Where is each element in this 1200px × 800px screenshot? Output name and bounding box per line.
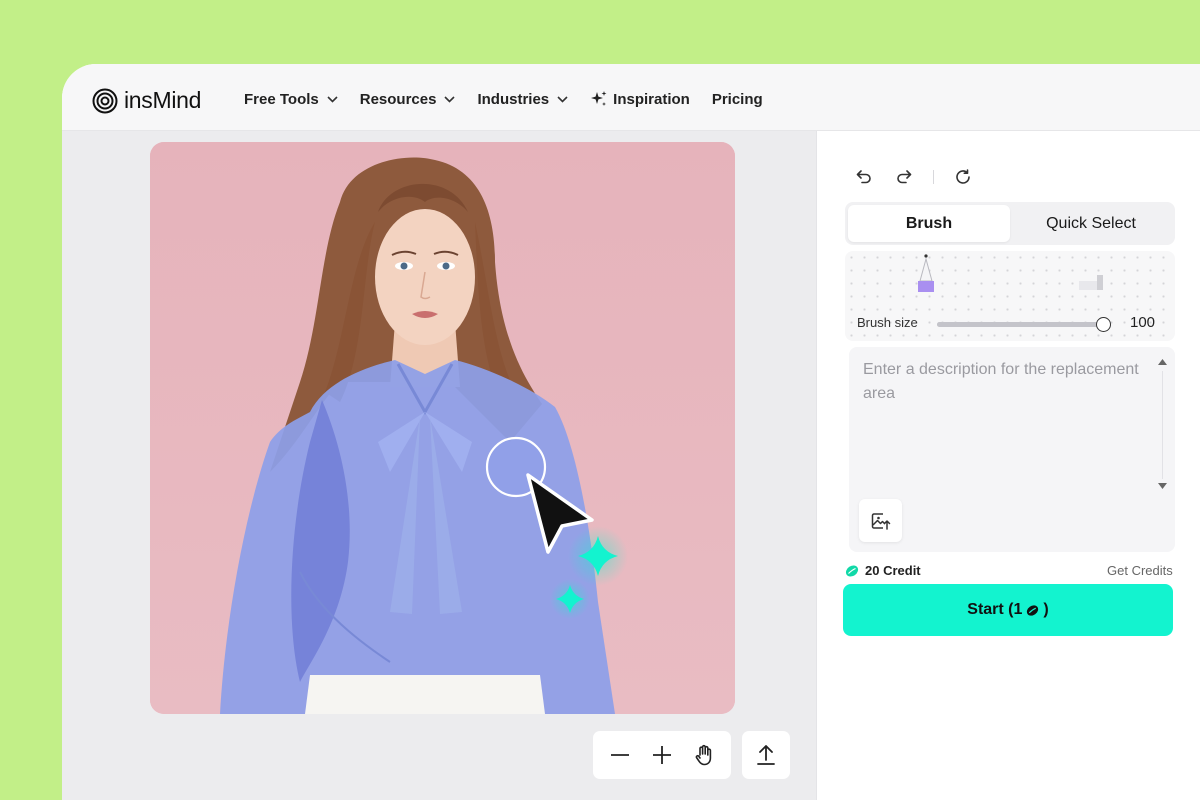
credit-balance: 20 Credit (845, 563, 921, 578)
chevron-down-icon (444, 95, 456, 103)
undo-icon (856, 170, 871, 184)
nav-item-label: Pricing (711, 90, 763, 108)
redo-icon (897, 170, 912, 184)
scroll-down-icon[interactable] (1158, 483, 1167, 489)
brush-size-label: Brush size (857, 315, 918, 330)
scroll-up-icon[interactable] (1158, 359, 1167, 365)
zoom-in-button[interactable] (644, 737, 680, 773)
brush-size-handle[interactable] (1096, 317, 1111, 332)
plus-icon (653, 746, 671, 764)
reference-image-upload-button[interactable] (859, 499, 902, 542)
tab-quick-select[interactable]: Quick Select (1010, 205, 1172, 242)
app-window: insMind Free Tools Resources Industries (62, 64, 1200, 800)
image-upload-icon (871, 512, 890, 530)
eraser-icon (1079, 275, 1103, 290)
refresh-icon (956, 169, 970, 184)
brush-size-value: 100 (1130, 314, 1156, 331)
brush-size-slider[interactable] (937, 317, 1111, 332)
chevron-down-icon (327, 95, 338, 103)
start-button[interactable]: Start (1 ) (843, 584, 1173, 636)
description-placeholder[interactable]: Enter a description for the replacement … (863, 358, 1155, 406)
sparkle-icon (591, 91, 607, 106)
credit-bean-icon (845, 564, 859, 577)
credit-amount: 20 Credit (865, 563, 921, 578)
upload-icon (757, 745, 775, 765)
nav-item-label: Free Tools (244, 90, 319, 108)
redo-button[interactable] (893, 166, 915, 188)
export-button[interactable] (742, 731, 790, 779)
top-navigation: insMind Free Tools Resources Industries (62, 64, 1200, 131)
brand-name: insMind (124, 87, 202, 113)
portrait-image (150, 142, 735, 714)
brush-pen-icon (918, 254, 934, 292)
nav-item-label: Resources (359, 90, 437, 108)
history-toolbar (853, 166, 974, 188)
toolbar-divider (933, 170, 934, 184)
undo-button[interactable] (853, 166, 875, 188)
hand-icon (695, 744, 712, 766)
minus-icon (611, 754, 629, 756)
tool-panel: Brush Quick Select Brush size 100 Enter … (816, 131, 1200, 800)
nav-item-pricing[interactable]: Pricing (712, 91, 763, 108)
get-credits-link[interactable]: Get Credits (1107, 563, 1173, 578)
zoom-controls (593, 731, 731, 779)
start-button-label: Start (1 (967, 601, 1023, 618)
nav-item-free-tools[interactable]: Free Tools (244, 91, 338, 108)
start-button-close: ) (1043, 601, 1049, 618)
pan-hand-button[interactable] (686, 737, 722, 773)
nav-item-inspiration[interactable]: Inspiration (590, 90, 690, 108)
selection-mode-tabs: Brush Quick Select (845, 202, 1175, 245)
nav-item-label: Inspiration (613, 90, 690, 108)
brush-size-fill (937, 322, 1103, 327)
brand-logo[interactable]: insMind (92, 87, 201, 114)
tab-brush[interactable]: Brush (848, 205, 1010, 242)
reset-button[interactable] (952, 166, 974, 188)
chevron-down-icon (557, 95, 568, 103)
nav-item-label: Industries (477, 90, 550, 108)
main-nav: Free Tools Resources Industries Inspirat… (244, 90, 785, 108)
portrait-photo[interactable] (150, 142, 735, 714)
logo-icon (92, 88, 118, 113)
credit-bean-icon (1027, 604, 1039, 616)
brush-settings: Brush size 100 (845, 251, 1175, 341)
description-field[interactable]: Enter a description for the replacement … (849, 347, 1175, 552)
nav-item-industries[interactable]: Industries (477, 91, 568, 108)
nav-item-resources[interactable]: Resources (360, 91, 456, 108)
editor-canvas (62, 131, 816, 800)
zoom-out-button[interactable] (602, 737, 638, 773)
scrollbar-track[interactable] (1162, 371, 1163, 479)
